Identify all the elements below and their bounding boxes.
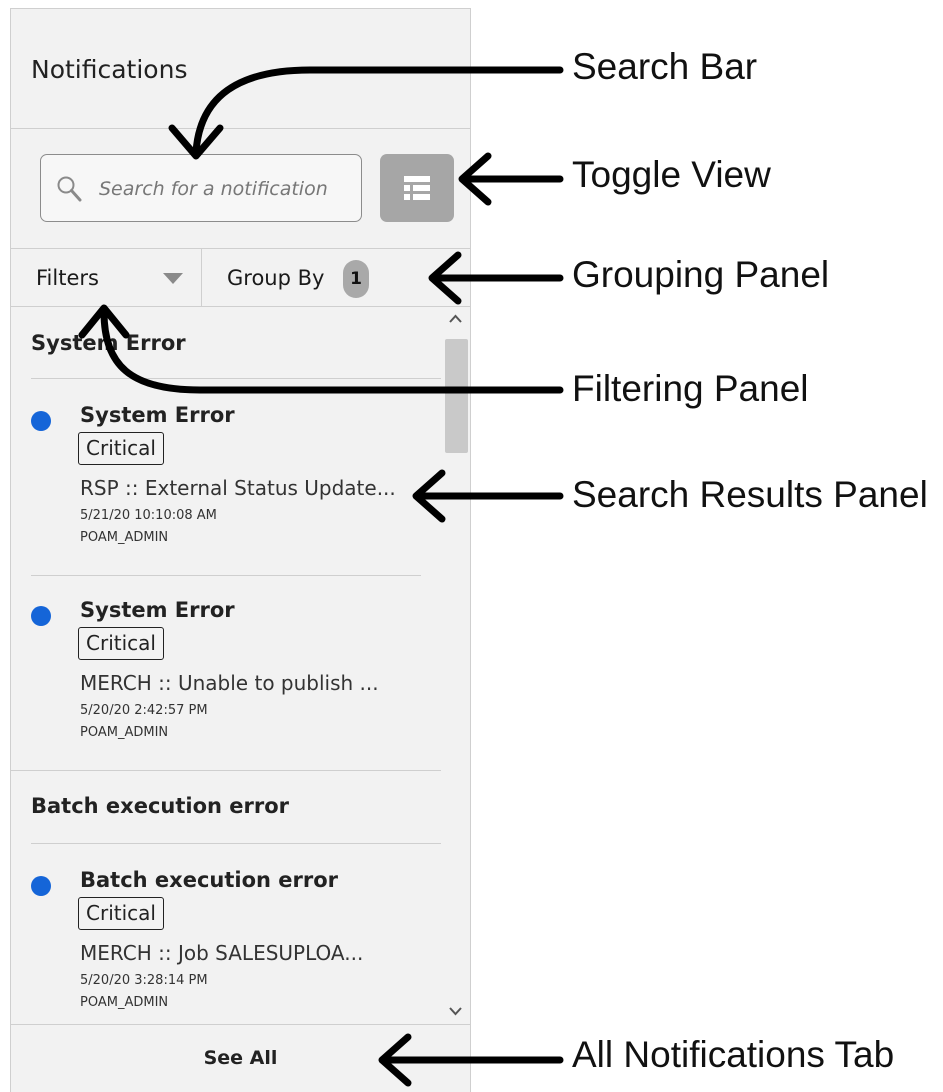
- notification-item[interactable]: System Error Critical RSP :: External St…: [11, 403, 441, 583]
- divider: [31, 378, 441, 379]
- list-view-icon: [404, 176, 430, 200]
- filters-tab[interactable]: Filters: [11, 249, 202, 307]
- notification-description: RSP :: External Status Update...: [80, 476, 396, 500]
- group-heading: Batch execution error: [31, 794, 290, 818]
- scroll-down-icon[interactable]: [447, 1003, 464, 1019]
- search-row: [11, 129, 470, 249]
- severity-badge: Critical: [78, 627, 164, 660]
- notification-title: Batch execution error: [80, 868, 339, 892]
- annotation-toggle-view: Toggle View: [572, 154, 771, 195]
- notification-timestamp: 5/20/20 3:28:14 PM: [80, 973, 208, 988]
- notification-user: POAM_ADMIN: [80, 995, 169, 1010]
- caret-down-icon: [163, 273, 183, 284]
- notifications-panel: Notifications Filters Group By: [10, 8, 471, 1092]
- annotation-search-bar: Search Bar: [572, 46, 758, 87]
- annotation-filtering-panel: Filtering Panel: [572, 368, 809, 409]
- severity-badge: Critical: [78, 432, 164, 465]
- panel-header: Notifications: [11, 9, 470, 129]
- scrollbar-thumb[interactable]: [445, 339, 468, 453]
- notification-description: MERCH :: Job SALESUPLOA...: [80, 941, 364, 965]
- toggle-view-button[interactable]: [380, 154, 454, 222]
- group-by-count-badge: 1: [343, 260, 369, 298]
- divider: [11, 770, 441, 771]
- notification-item[interactable]: Batch execution error Critical MERCH :: …: [11, 868, 441, 1024]
- notification-user: POAM_ADMIN: [80, 530, 169, 545]
- notification-timestamp: 5/20/20 2:42:57 PM: [80, 703, 208, 718]
- divider: [31, 843, 441, 844]
- search-icon: [57, 176, 82, 202]
- notification-description: MERCH :: Unable to publish ...: [80, 671, 379, 695]
- notification-item[interactable]: System Error Critical MERCH :: Unable to…: [11, 598, 441, 778]
- annotation-all-notifications-tab: All Notifications Tab: [572, 1034, 895, 1075]
- severity-badge: Critical: [78, 897, 164, 930]
- filters-label: Filters: [36, 266, 99, 290]
- annotation-search-results-panel: Search Results Panel: [572, 474, 928, 515]
- notification-timestamp: 5/21/20 10:10:08 AM: [80, 508, 217, 523]
- notification-title: System Error: [80, 598, 235, 622]
- search-input[interactable]: [99, 167, 355, 211]
- annotation-grouping-panel: Grouping Panel: [572, 254, 830, 295]
- unread-dot-icon: [31, 606, 51, 626]
- notification-user: POAM_ADMIN: [80, 725, 169, 740]
- group-by-tab[interactable]: Group By 1: [202, 249, 470, 307]
- notification-title: System Error: [80, 403, 235, 427]
- results-scrollbar[interactable]: [441, 307, 470, 1024]
- panel-title: Notifications: [31, 55, 188, 84]
- unread-dot-icon: [31, 876, 51, 896]
- group-heading: System Error: [31, 331, 186, 355]
- divider: [31, 575, 421, 576]
- search-bar[interactable]: [40, 154, 362, 222]
- all-notifications-tab[interactable]: See All: [11, 1024, 470, 1092]
- scroll-up-icon[interactable]: [447, 311, 464, 327]
- unread-dot-icon: [31, 411, 51, 431]
- search-results-panel: System Error System Error Critical RSP :…: [11, 307, 470, 1024]
- group-by-label: Group By: [227, 266, 325, 290]
- tabs-row: Filters Group By 1: [11, 249, 470, 307]
- see-all-link[interactable]: See All: [11, 1047, 470, 1069]
